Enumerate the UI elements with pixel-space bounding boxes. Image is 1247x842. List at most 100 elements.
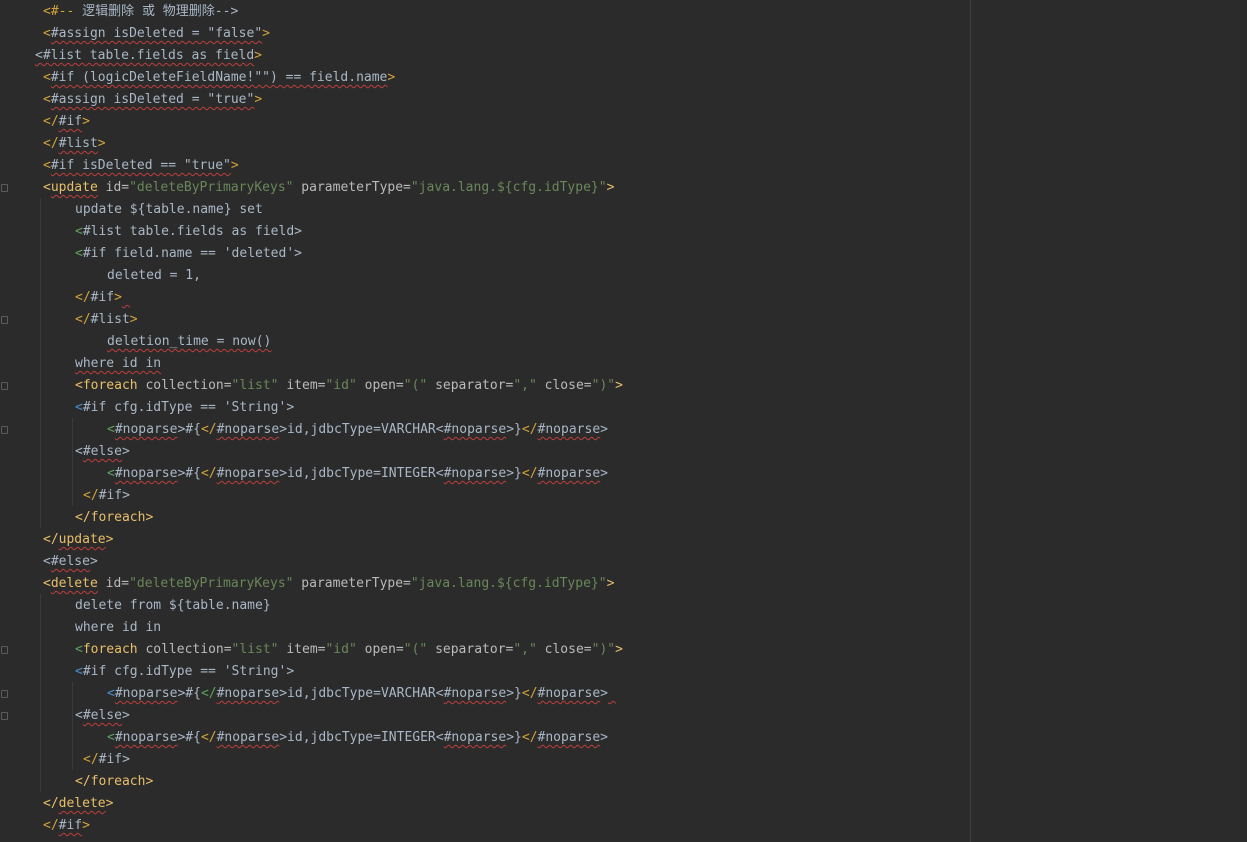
code-token: delete (58, 796, 106, 811)
code-line[interactable]: </delete> (0, 793, 960, 815)
code-token: #noparse (216, 422, 280, 437)
code-token: #assign isDeleted = "false" (50, 26, 263, 41)
code-token: delete from ${table.name} (75, 598, 271, 613)
code-token: >id,jdbcType=VARCHAR (279, 686, 436, 701)
code-line[interactable]: <#noparse>#{</#noparse>id,jdbcType=VARCH… (0, 419, 960, 441)
code-line[interactable]: <#assign isDeleted = "true"> (0, 89, 960, 111)
code-token: > (82, 818, 90, 833)
code-token: "," (513, 378, 537, 393)
code-token: ")" (591, 378, 616, 393)
code-line[interactable]: <#list table.fields as field> (0, 221, 960, 243)
code-token: #noparse (537, 686, 601, 701)
code-token: separator= (427, 642, 514, 657)
code-line[interactable]: <foreach collection="list" item="id" ope… (0, 375, 960, 397)
code-token: > (286, 400, 295, 415)
code-token: 逻辑删除 或 物理删除 (82, 4, 215, 19)
code-token: </ (521, 686, 538, 701)
code-line[interactable]: deletion_time = now() (0, 331, 960, 353)
code-line[interactable]: <#if (logicDeleteFieldName!"") == field.… (0, 67, 960, 89)
code-line[interactable]: <#list table.fields as field> (0, 45, 960, 67)
code-line[interactable]: <#else> (0, 705, 960, 727)
code-token: foreach (90, 510, 146, 525)
code-token: </ (43, 136, 59, 151)
code-token: < (435, 730, 444, 745)
code-token: #noparse (537, 422, 601, 437)
code-line[interactable]: <update id="deleteByPrimaryKeys" paramet… (0, 177, 960, 199)
code-line[interactable]: </update> (0, 529, 960, 551)
code-line[interactable]: where id in (0, 617, 960, 639)
code-token: > (121, 444, 130, 459)
code-line[interactable]: </#list> (0, 133, 960, 155)
code-token: #noparse (443, 466, 507, 481)
code-token: </ (43, 114, 59, 129)
code-token: > (600, 466, 608, 481)
code-line[interactable]: <#else> (0, 441, 960, 463)
code-token: #noparse (216, 686, 280, 701)
code-token: <#-- (43, 4, 83, 19)
code-line[interactable]: </#if> (0, 749, 960, 771)
code-token: < (435, 686, 444, 701)
code-token: #if (98, 488, 123, 503)
code-token: ")" (591, 642, 616, 657)
code-token: #if (logicDeleteFieldName!"") == field.n… (50, 70, 388, 85)
code-line[interactable]: </foreach> (0, 507, 960, 529)
code-line[interactable]: where id in (0, 353, 960, 375)
code-token: >} (506, 466, 522, 481)
code-token: > (615, 378, 623, 393)
code-line[interactable]: <#-- 逻辑删除 或 物理删除--> (0, 1, 960, 23)
code-token: open= (356, 642, 404, 657)
code-token: < (75, 378, 83, 393)
code-token: #if (90, 290, 115, 305)
code-line[interactable]: </foreach> (0, 771, 960, 793)
code-line[interactable]: <#else> (0, 551, 960, 573)
code-line[interactable]: <#noparse>#{</#noparse>id,jdbcType=VARCH… (0, 683, 960, 705)
code-token: < (43, 158, 51, 173)
code-token: >#{ (177, 730, 201, 745)
code-token: </ (200, 730, 217, 745)
code-token: < (75, 246, 83, 261)
code-editor[interactable]: <#-- 逻辑删除 或 物理删除--> <#assign isDeleted = … (0, 1, 960, 837)
code-line[interactable]: <#if isDeleted == "true"> (0, 155, 960, 177)
code-line[interactable]: update ${table.name} set (0, 199, 960, 221)
code-line[interactable]: </#if> (0, 485, 960, 507)
code-token: #noparse (537, 730, 601, 745)
code-token: < (75, 400, 83, 415)
code-token: < (75, 444, 83, 459)
code-token: "list" (231, 378, 279, 393)
code-token: #if cfg.idType == 'String' (82, 400, 287, 415)
code-token: --> (214, 4, 239, 19)
code-token: "java.lang.${cfg.idType}" (410, 576, 607, 591)
code-token: open= (356, 378, 404, 393)
code-token: </ (75, 510, 91, 525)
code-token: < (75, 224, 83, 239)
code-line[interactable]: <#if cfg.idType == 'String'> (0, 661, 960, 683)
code-line[interactable]: deleted = 1, (0, 265, 960, 287)
code-line[interactable]: </#list> (0, 309, 960, 331)
code-token: foreach (82, 642, 138, 657)
code-token: "id" (325, 378, 357, 393)
code-token: update ${table.name} set (75, 202, 263, 217)
code-line[interactable]: <foreach collection="list" item="id" ope… (0, 639, 960, 661)
code-line[interactable]: </#if> (0, 815, 960, 837)
code-line[interactable]: </#if> (0, 111, 960, 133)
code-line[interactable]: <delete id="deleteByPrimaryKeys" paramet… (0, 573, 960, 595)
code-token: > (254, 48, 262, 63)
code-line[interactable]: </#if> (0, 287, 960, 309)
code-line[interactable]: <#noparse>#{</#noparse>id,jdbcType=INTEG… (0, 727, 960, 749)
code-token: #if cfg.idType == 'String' (82, 664, 287, 679)
code-line[interactable]: <#if cfg.idType == 'String'> (0, 397, 960, 419)
code-token: < (107, 422, 115, 437)
code-token: separator= (427, 378, 514, 393)
code-line[interactable]: <#noparse>#{</#noparse>id,jdbcType=INTEG… (0, 463, 960, 485)
code-token: > (600, 422, 608, 437)
code-token: "(" (403, 642, 428, 657)
code-token: </ (75, 290, 91, 305)
code-token: deleted = 1, (107, 268, 201, 283)
code-line[interactable]: <#assign isDeleted = "false"> (0, 23, 960, 45)
code-line[interactable]: <#if field.name == 'deleted'> (0, 243, 960, 265)
code-token: < (107, 730, 115, 745)
code-token: </ (83, 488, 99, 503)
code-token: parameterType= (293, 180, 411, 195)
code-line[interactable]: delete from ${table.name} (0, 595, 960, 617)
